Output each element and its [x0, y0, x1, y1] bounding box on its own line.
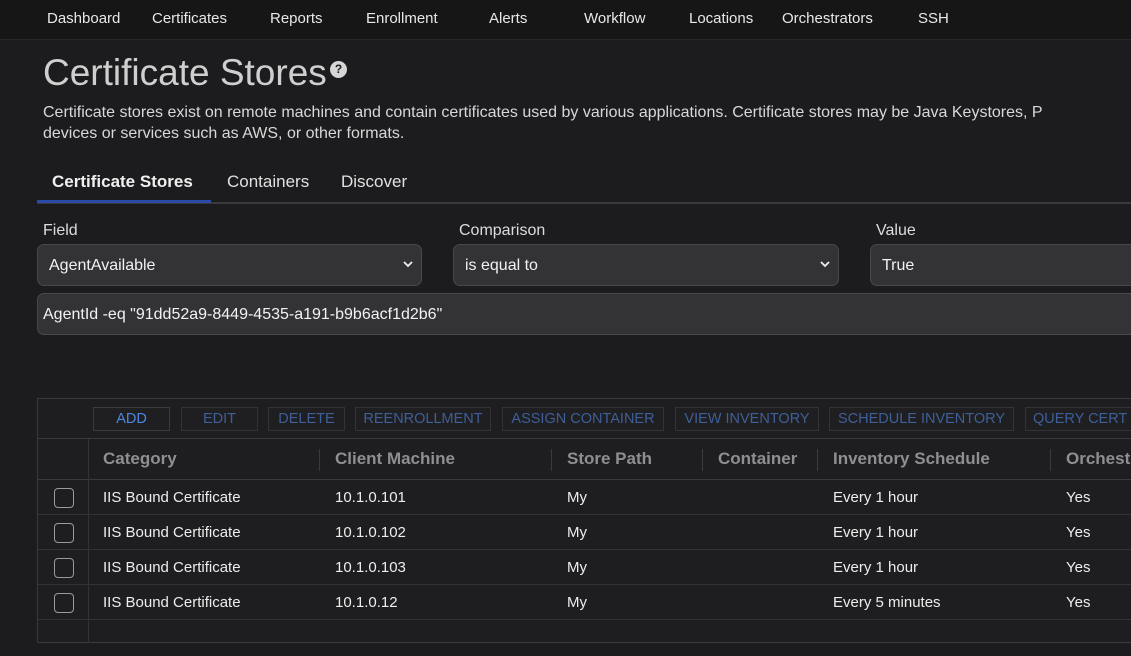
- nav-orchestrators[interactable]: Orchestrators: [782, 10, 873, 27]
- nav-certificates[interactable]: Certificates: [152, 10, 227, 27]
- row-checkbox[interactable]: [54, 593, 74, 613]
- tab-certificate-stores[interactable]: Certificate Stores: [52, 172, 193, 192]
- column-divider[interactable]: [817, 449, 818, 471]
- help-icon[interactable]: ?: [330, 61, 347, 78]
- nav-locations[interactable]: Locations: [689, 10, 753, 27]
- view-inventory-button[interactable]: VIEW INVENTORY: [675, 407, 819, 431]
- cell-client-machine: 10.1.0.12: [335, 594, 398, 611]
- reenrollment-button[interactable]: REENROLLMENT: [355, 407, 491, 431]
- grid-toolbar: ADD EDIT DELETE REENROLLMENT ASSIGN CONT…: [38, 399, 1131, 439]
- top-nav: Dashboard Certificates Reports Enrollmen…: [0, 0, 1131, 40]
- col-client-machine[interactable]: Client Machine: [335, 449, 455, 469]
- assign-container-button[interactable]: ASSIGN CONTAINER: [502, 407, 664, 431]
- grid-header: Category Client Machine Store Path Conta…: [38, 439, 1131, 480]
- cell-client-machine: 10.1.0.102: [335, 524, 406, 541]
- value-select[interactable]: True: [870, 244, 1131, 286]
- cell-category: IIS Bound Certificate: [103, 559, 241, 576]
- cell-category: IIS Bound Certificate: [103, 524, 241, 541]
- cell-inventory-schedule: Every 1 hour: [833, 489, 919, 506]
- column-divider[interactable]: [702, 449, 703, 471]
- col-container[interactable]: Container: [718, 449, 797, 469]
- nav-ssh[interactable]: SSH: [918, 10, 949, 27]
- table-row[interactable]: IIS Bound Certificate 10.1.0.12 My Every…: [38, 585, 1131, 620]
- cell-client-machine: 10.1.0.101: [335, 489, 406, 506]
- cell-inventory-schedule: Every 5 minutes: [833, 594, 941, 611]
- tab-containers[interactable]: Containers: [227, 172, 309, 192]
- cell-orchestrator: Yes: [1066, 489, 1091, 506]
- cell-store-path: My: [567, 559, 587, 576]
- table-row[interactable]: IIS Bound Certificate 10.1.0.101 My Ever…: [38, 480, 1131, 515]
- row-checkbox[interactable]: [54, 523, 74, 543]
- row-checkbox[interactable]: [54, 558, 74, 578]
- tab-discover[interactable]: Discover: [341, 172, 407, 192]
- nav-alerts[interactable]: Alerts: [489, 10, 527, 27]
- chevron-down-icon: [403, 261, 413, 268]
- description-line-1: Certificate stores exist on remote machi…: [43, 104, 1043, 121]
- query-cert-button[interactable]: QUERY CERT: [1025, 407, 1131, 431]
- column-divider[interactable]: [551, 449, 552, 471]
- cell-client-machine: 10.1.0.103: [335, 559, 406, 576]
- field-select-value: AgentAvailable: [49, 257, 156, 274]
- column-divider[interactable]: [1050, 449, 1051, 471]
- certificate-stores-grid: ADD EDIT DELETE REENROLLMENT ASSIGN CONT…: [37, 398, 1131, 643]
- value-label: Value: [876, 222, 916, 239]
- comparison-select[interactable]: is equal to: [453, 244, 839, 286]
- cell-orchestrator: Yes: [1066, 559, 1091, 576]
- row-checkbox[interactable]: [54, 488, 74, 508]
- delete-button[interactable]: DELETE: [268, 407, 345, 431]
- nav-dashboard[interactable]: Dashboard: [47, 10, 120, 27]
- col-orchestrator[interactable]: Orchest: [1066, 449, 1130, 469]
- col-inventory-schedule[interactable]: Inventory Schedule: [833, 449, 990, 469]
- value-select-value: True: [882, 257, 915, 274]
- comparison-select-value: is equal to: [465, 257, 538, 274]
- cell-category: IIS Bound Certificate: [103, 594, 241, 611]
- nav-enrollment[interactable]: Enrollment: [366, 10, 438, 27]
- field-label: Field: [43, 222, 78, 239]
- page-description: Certificate stores exist on remote machi…: [43, 102, 1131, 144]
- schedule-inventory-button[interactable]: SCHEDULE INVENTORY: [829, 407, 1014, 431]
- col-store-path[interactable]: Store Path: [567, 449, 652, 469]
- field-select[interactable]: AgentAvailable: [37, 244, 422, 286]
- page-title: Certificate Stores: [43, 52, 327, 93]
- cell-inventory-schedule: Every 1 hour: [833, 524, 919, 541]
- table-row[interactable]: IIS Bound Certificate 10.1.0.103 My Ever…: [38, 550, 1131, 585]
- comparison-label: Comparison: [459, 222, 546, 239]
- cell-category: IIS Bound Certificate: [103, 489, 241, 506]
- description-line-2: devices or services such as AWS, or othe…: [43, 125, 405, 142]
- query-input[interactable]: AgentId -eq "91dd52a9-8449-4535-a191-b9b…: [37, 293, 1131, 335]
- cell-orchestrator: Yes: [1066, 594, 1091, 611]
- tab-bar: Certificate Stores Containers Discover: [37, 160, 1131, 204]
- nav-reports[interactable]: Reports: [270, 10, 323, 27]
- cell-inventory-schedule: Every 1 hour: [833, 559, 919, 576]
- active-tab-indicator: [37, 200, 211, 203]
- edit-button[interactable]: EDIT: [181, 407, 258, 431]
- cell-store-path: My: [567, 594, 587, 611]
- cell-store-path: My: [567, 524, 587, 541]
- cell-orchestrator: Yes: [1066, 524, 1091, 541]
- nav-workflow[interactable]: Workflow: [584, 10, 645, 27]
- cell-store-path: My: [567, 489, 587, 506]
- col-category[interactable]: Category: [103, 449, 177, 469]
- column-divider[interactable]: [319, 449, 320, 471]
- add-button[interactable]: ADD: [93, 407, 170, 431]
- chevron-down-icon: [820, 261, 830, 268]
- table-row[interactable]: IIS Bound Certificate 10.1.0.102 My Ever…: [38, 515, 1131, 550]
